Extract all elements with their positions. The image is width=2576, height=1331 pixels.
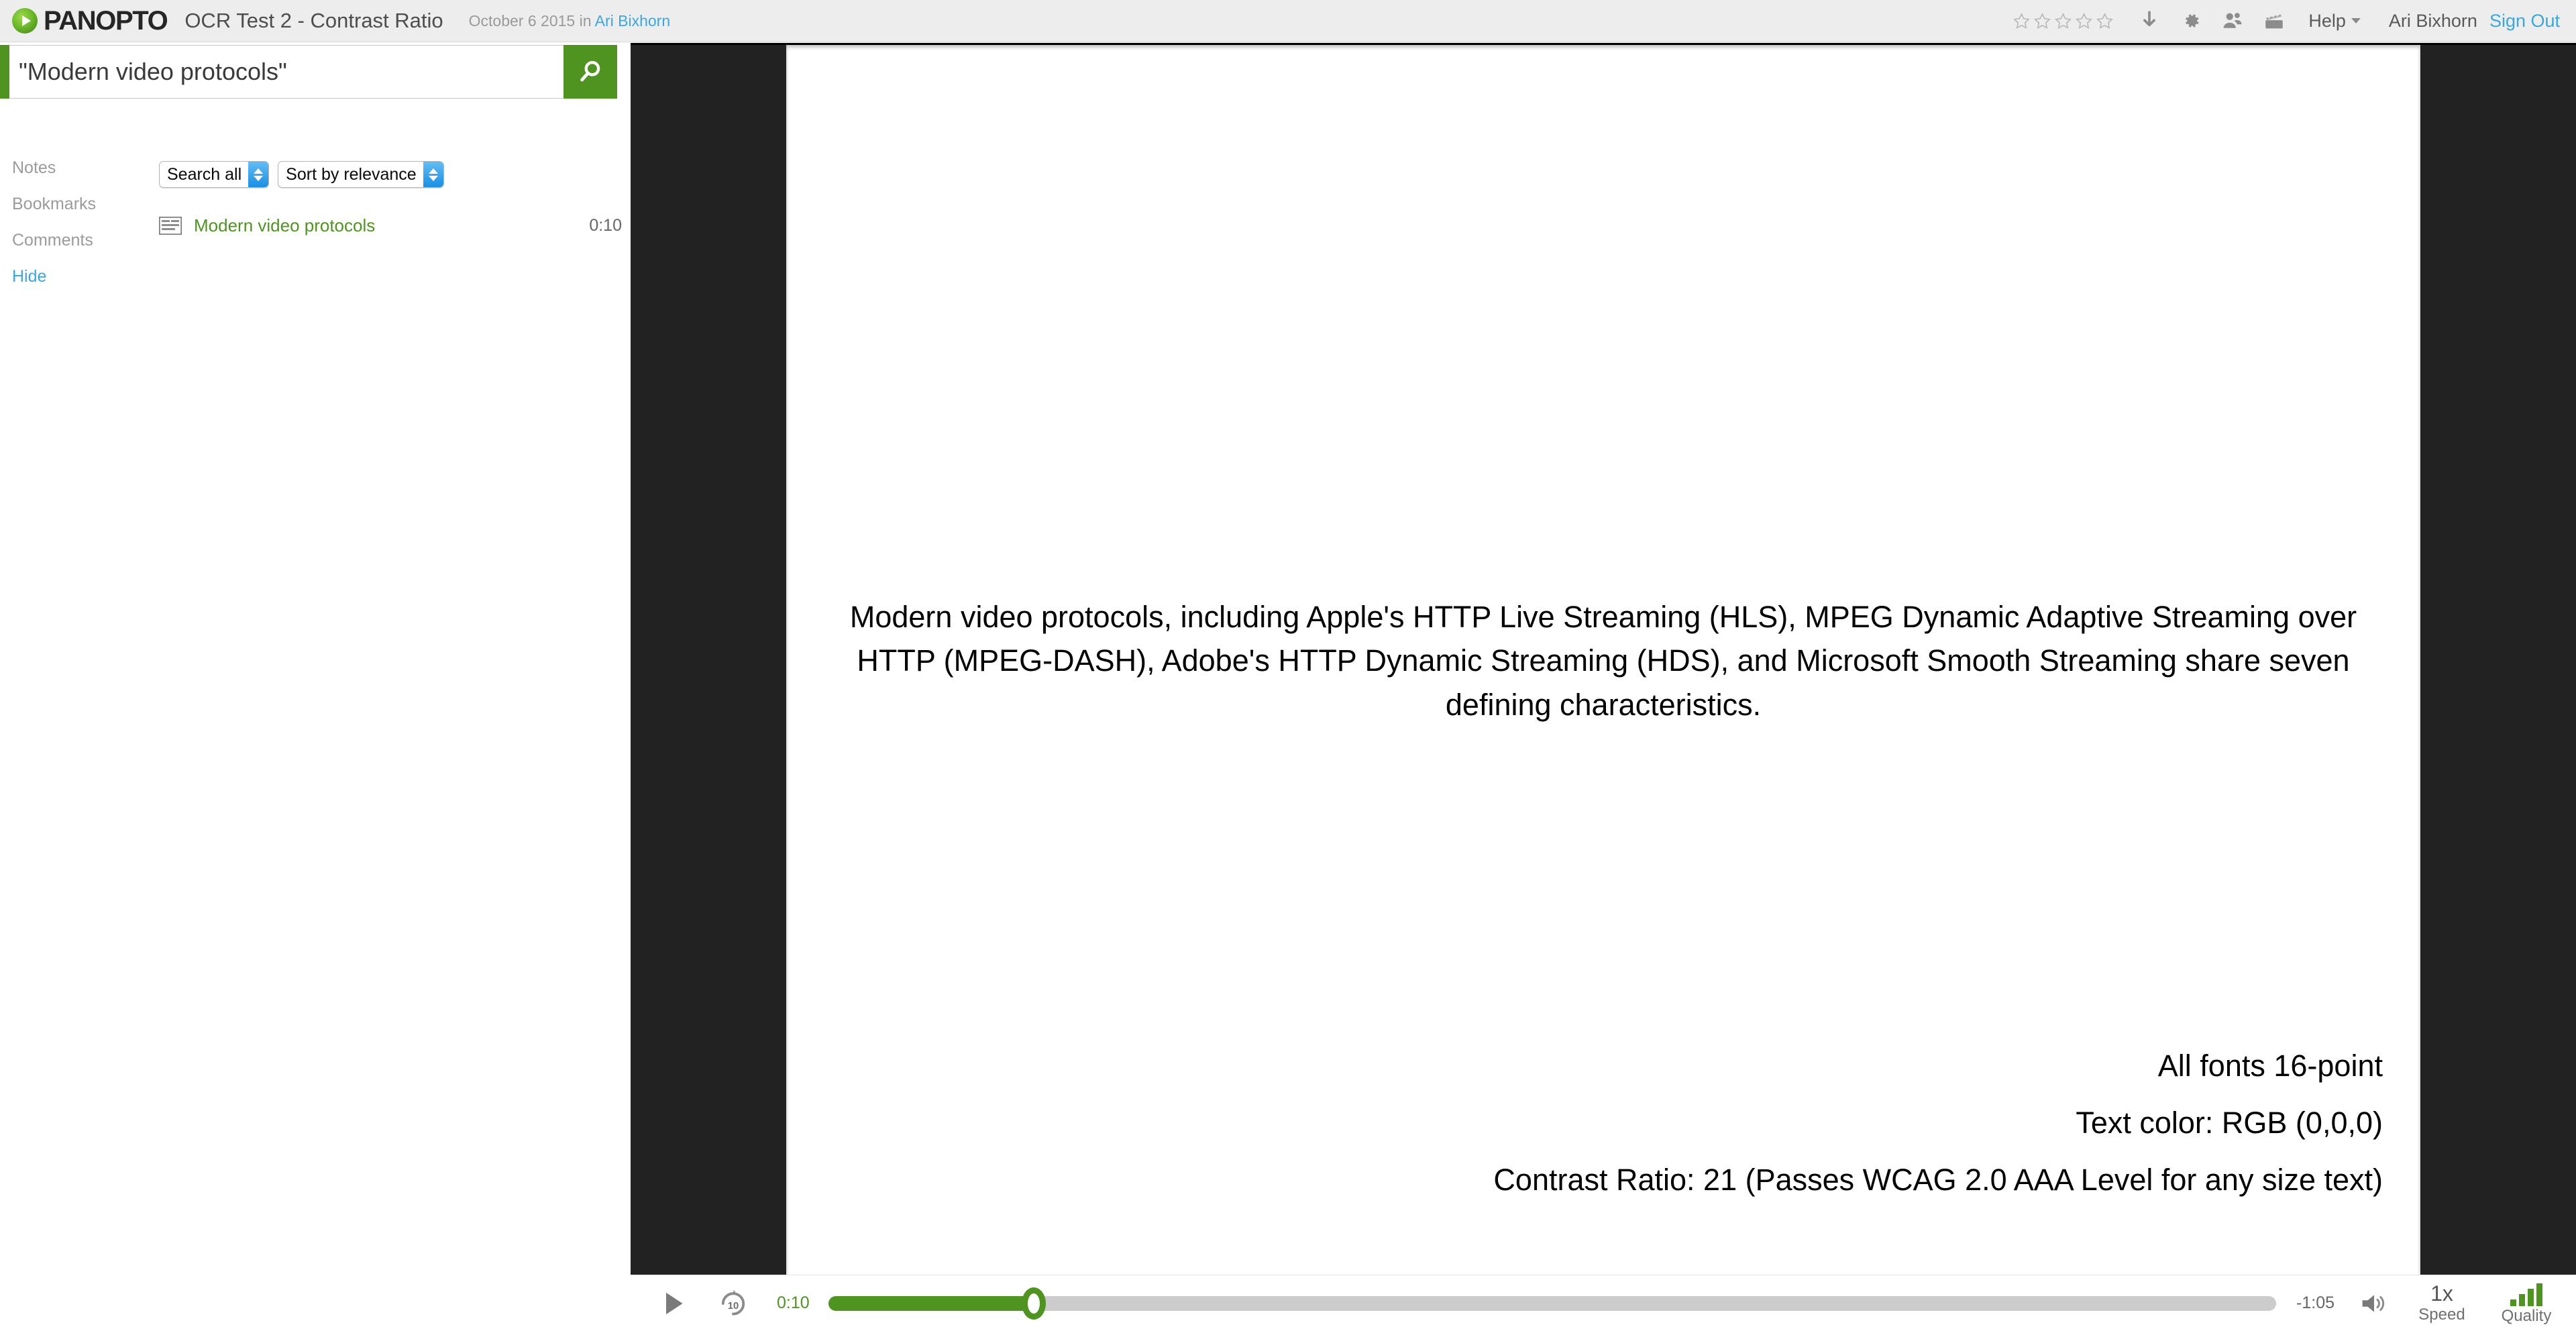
session-owner-link[interactable]: Ari Bixhorn (595, 12, 670, 30)
seek-bar[interactable] (828, 1287, 2277, 1320)
scope-select[interactable]: Search all (159, 161, 270, 188)
slide-footer-lines: All fonts 16-point Text color: RGB (0,0,… (907, 1049, 2383, 1197)
share-people-icon[interactable] (2221, 9, 2244, 32)
search-filters: Search all Sort by relevance (159, 161, 444, 188)
app-header: PANOPTO OCR Test 2 - Contrast Ratio Octo… (0, 0, 2576, 42)
sign-out-link[interactable]: Sign Out (2489, 11, 2560, 32)
quality-label: Quality (2501, 1307, 2552, 1326)
search-results-list: Modern video protocols 0:10 (159, 211, 622, 240)
stepper-chevrons-icon (423, 162, 443, 187)
download-icon[interactable] (2138, 9, 2161, 32)
sidebar-item-comments[interactable]: Comments (12, 231, 96, 250)
seek-progress-fill (828, 1295, 1034, 1311)
panopto-play-logo-icon (12, 8, 38, 34)
elapsed-time-label: 0:10 (777, 1293, 810, 1312)
slide-footer-line-3: Contrast Ratio: 21 (Passes WCAG 2.0 AAA … (1493, 1163, 2383, 1197)
scope-select-value: Search all (167, 164, 242, 184)
playback-speed-button[interactable]: 1x Speed (2410, 1281, 2474, 1324)
slide-body-text: Modern video protocols, including Apple'… (849, 600, 2357, 722)
star-icon[interactable] (2075, 12, 2093, 30)
session-in-word: in (579, 11, 592, 30)
sidebar-item-hide[interactable]: Hide (12, 267, 96, 286)
playback-speed-value: 1x (2430, 1281, 2453, 1306)
slide-footer-line-2: Text color: RGB (0,0,0) (2076, 1106, 2383, 1140)
chevron-down-icon (2351, 18, 2361, 23)
panopto-brand[interactable]: PANOPTO (12, 5, 168, 36)
sort-select[interactable]: Sort by relevance (278, 161, 444, 188)
search-submit-button[interactable] (564, 45, 617, 99)
player-controls: 10 0:10 -1:05 1x Speed Quality (631, 1275, 2576, 1331)
help-menu-button[interactable]: Help (2308, 11, 2361, 32)
header-actions: Help Ari Bixhorn Sign Out (2012, 9, 2560, 32)
playback-speed-label: Speed (2418, 1306, 2465, 1324)
sidebar-item-bookmarks[interactable]: Bookmarks (12, 195, 96, 214)
clapperboard-edit-icon[interactable] (2263, 9, 2286, 32)
star-icon[interactable] (2054, 12, 2072, 30)
slide-canvas: Modern video protocols, including Apple'… (786, 45, 2420, 1277)
video-stage: Modern video protocols, including Apple'… (631, 43, 2576, 1277)
search-input[interactable] (9, 45, 564, 99)
search-result-timestamp: 0:10 (589, 215, 622, 235)
search-result-row[interactable]: Modern video protocols 0:10 (159, 211, 622, 240)
sort-select-value: Sort by relevance (286, 164, 417, 184)
search-bar (0, 45, 617, 99)
search-sidebar: Notes Bookmarks Comments Hide Search all… (0, 43, 631, 1331)
svg-text:10: 10 (728, 1300, 739, 1311)
stepper-chevrons-icon (248, 162, 269, 187)
search-accent-stripe (0, 45, 9, 99)
slide-footer-line-1: All fonts 16-point (2157, 1049, 2383, 1083)
session-date: October 6 2015 (468, 11, 576, 30)
sidebar-item-notes[interactable]: Notes (12, 158, 96, 178)
star-icon[interactable] (2096, 12, 2114, 30)
search-result-title[interactable]: Modern video protocols (194, 215, 589, 236)
magnifier-icon (580, 60, 600, 82)
sidebar-links: Notes Bookmarks Comments Hide (12, 158, 96, 286)
session-meta: October 6 2015 in Ari Bixhorn (469, 12, 670, 30)
user-name-label: Ari Bixhorn (2388, 10, 2477, 31)
play-icon[interactable] (659, 1289, 688, 1318)
gear-icon[interactable] (2180, 9, 2202, 32)
rating-stars[interactable] (2012, 12, 2114, 30)
slide-thumbnail-icon (159, 216, 182, 235)
panopto-logo-text: PANOPTO (44, 5, 168, 36)
volume-on-icon[interactable] (2360, 1291, 2388, 1316)
remaining-time-label: -1:05 (2296, 1293, 2334, 1312)
session-title: OCR Test 2 - Contrast Ratio (184, 9, 443, 32)
star-icon[interactable] (2033, 12, 2051, 30)
star-icon[interactable] (2012, 12, 2031, 30)
signal-bars-icon (2510, 1281, 2542, 1307)
quality-button[interactable]: Quality (2494, 1281, 2559, 1325)
help-label: Help (2308, 10, 2346, 31)
rewind-10-icon[interactable]: 10 (718, 1288, 749, 1319)
seek-handle[interactable] (1022, 1287, 1046, 1320)
